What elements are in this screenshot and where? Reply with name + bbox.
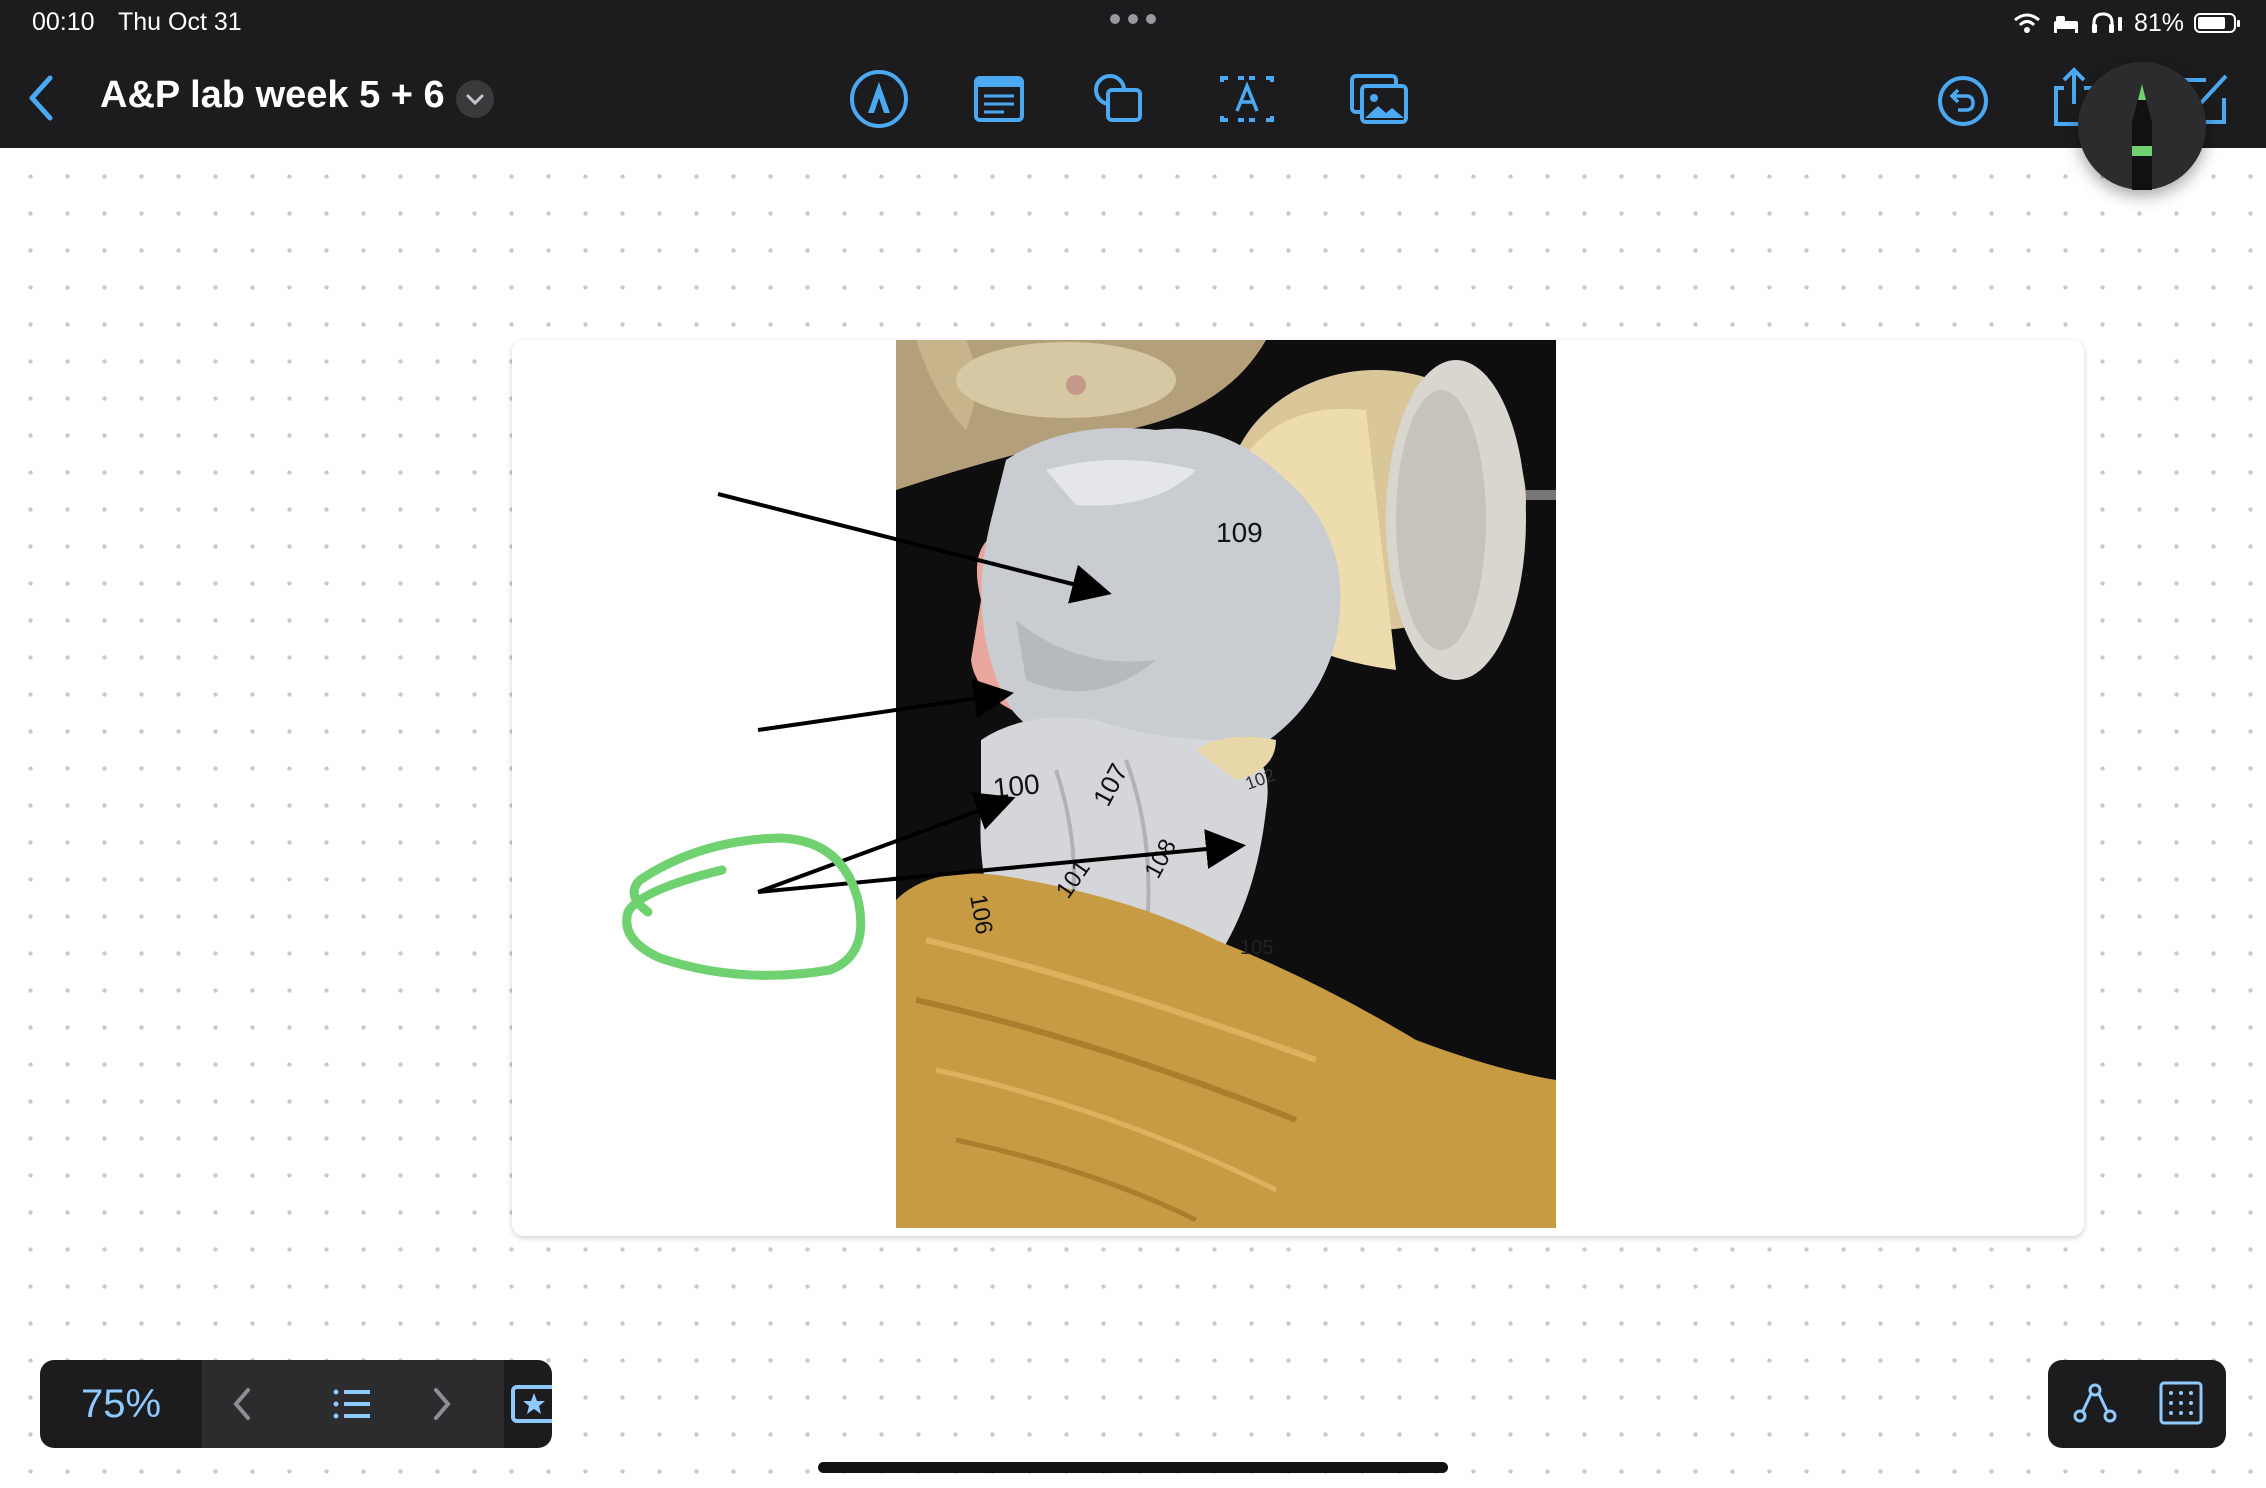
status-date: Thu Oct 31 — [118, 8, 242, 36]
home-indicator[interactable] — [818, 1462, 1448, 1473]
pencil-icon — [2132, 84, 2152, 190]
battery-icon — [2194, 13, 2240, 33]
headphones-icon — [2091, 12, 2122, 33]
anatomy-model-photo[interactable]: 109 100 107 108 106 101 105 102 — [896, 340, 1556, 1228]
image-icon[interactable] — [1346, 66, 1412, 132]
grid-dots-icon[interactable] — [2156, 1378, 2206, 1428]
battery-level-fill — [2198, 17, 2225, 29]
multitasking-dots-icon[interactable] — [1110, 14, 1156, 28]
top-bar: 00:10 Thu Oct 31 81% A&P lab week 5 + 6 — [0, 0, 2266, 148]
undo-icon[interactable] — [1934, 72, 1992, 130]
back-chevron-icon[interactable] — [22, 72, 62, 124]
canvas-options-toolbar — [2048, 1360, 2226, 1448]
pencil-tool-button[interactable] — [2078, 62, 2206, 190]
sleep-mode-icon — [2053, 16, 2078, 33]
model-label-105: 105 — [1240, 937, 1273, 959]
model-label-100: 100 — [991, 768, 1041, 804]
text-recognition-icon[interactable] — [1214, 66, 1280, 132]
status-time: 00:10 — [32, 8, 95, 36]
title-menu-chevron-icon[interactable] — [456, 80, 494, 118]
shapes-icon[interactable] — [1086, 66, 1152, 132]
zoom-level[interactable]: 75% — [40, 1360, 202, 1448]
text-box-icon[interactable] — [966, 66, 1032, 132]
pen-tool-icon[interactable] — [846, 66, 912, 132]
battery-percent: 81% — [2133, 8, 2184, 37]
model-label-109: 109 — [1216, 517, 1263, 548]
status-indicators: 81% — [2012, 8, 2240, 38]
previous-page-icon[interactable] — [202, 1360, 282, 1448]
page-nav-group — [202, 1360, 504, 1448]
page-list-icon[interactable] — [312, 1360, 392, 1448]
next-page-icon[interactable] — [402, 1360, 482, 1448]
document-title[interactable]: A&P lab week 5 + 6 — [100, 74, 445, 117]
wifi-icon — [2013, 13, 2040, 33]
bookmark-star-icon[interactable] — [510, 1380, 552, 1428]
page-navigation-toolbar: 75% — [40, 1360, 552, 1448]
lasso-select-icon[interactable] — [2070, 1378, 2120, 1428]
